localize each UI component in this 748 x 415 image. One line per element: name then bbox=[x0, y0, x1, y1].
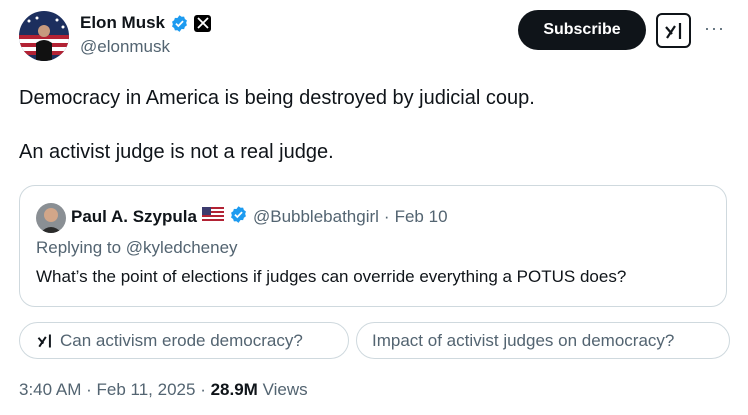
tweet-paragraph: An activist judge is not a real judge. bbox=[19, 141, 334, 163]
us-flag-icon bbox=[201, 206, 224, 228]
grok-button[interactable] bbox=[656, 13, 691, 48]
quote-author-handle[interactable]: @Bubblebathgirl bbox=[253, 207, 379, 227]
verified-badge-icon[interactable] bbox=[170, 14, 189, 33]
quote-author-avatar[interactable] bbox=[36, 203, 66, 233]
verified-badge-icon[interactable] bbox=[229, 205, 248, 229]
quote-header: Paul A. Szypula @Bubblebathgirl · Feb 10 bbox=[71, 205, 448, 229]
separator: · bbox=[200, 380, 206, 399]
author-avatar[interactable] bbox=[19, 11, 69, 61]
author-handle[interactable]: @elonmusk bbox=[80, 37, 170, 57]
author-name[interactable]: Elon Musk bbox=[80, 13, 165, 33]
separator: · bbox=[383, 207, 390, 226]
grok-icon bbox=[37, 333, 51, 348]
tweet-date[interactable]: Feb 11, 2025 bbox=[97, 380, 196, 399]
more-options-button[interactable]: ··· bbox=[704, 18, 725, 39]
views-label: Views bbox=[262, 380, 308, 399]
separator: · bbox=[86, 380, 92, 399]
tweet-paragraph: Democracy in America is being destroyed … bbox=[19, 87, 535, 109]
replying-handle-link[interactable]: @kyledcheney bbox=[126, 238, 238, 257]
replying-to: Replying to @kyledcheney bbox=[36, 238, 238, 258]
tweet-time[interactable]: 3:40 AM bbox=[19, 380, 81, 399]
grok-suggestion-chip[interactable]: Can activism erode democracy? bbox=[19, 322, 349, 359]
subscribe-button[interactable]: Subscribe bbox=[518, 10, 646, 50]
quoted-tweet[interactable]: Paul A. Szypula @Bubblebathgirl · Feb 10… bbox=[19, 185, 727, 307]
quote-text: What’s the point of elections if judges … bbox=[36, 267, 627, 286]
chip-label: Can activism erode democracy? bbox=[60, 330, 303, 350]
x-logo-icon[interactable] bbox=[194, 14, 212, 32]
quote-date[interactable]: Feb 10 bbox=[395, 207, 448, 227]
author-name-row: Elon Musk bbox=[80, 13, 212, 33]
views-count: 28.9M bbox=[210, 380, 258, 399]
tweet-meta: 3:40 AM · Feb 11, 2025 · 28.9M Views bbox=[19, 380, 308, 400]
replying-prefix: Replying to bbox=[36, 238, 126, 257]
chip-label: Impact of activist judges on democracy? bbox=[372, 330, 675, 350]
grok-icon bbox=[664, 22, 681, 39]
grok-suggestion-chip[interactable]: Impact of activist judges on democracy? bbox=[356, 322, 730, 359]
quote-author-name[interactable]: Paul A. Szypula bbox=[71, 207, 197, 227]
tweet-text: Democracy in America is being destroyed … bbox=[19, 85, 719, 166]
